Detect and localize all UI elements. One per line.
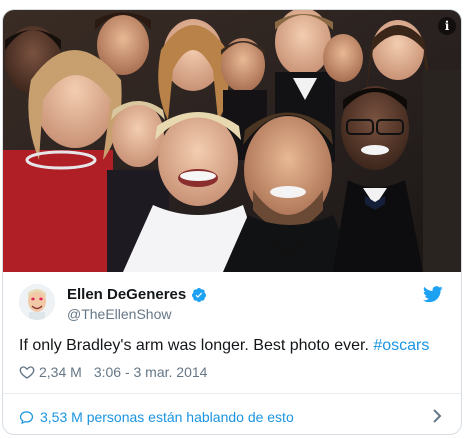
comment-bubble-icon: [19, 410, 34, 424]
selfie-image: [3, 10, 461, 272]
author-name[interactable]: Ellen DeGeneres: [67, 286, 186, 303]
tweet-photo[interactable]: i: [3, 10, 461, 272]
heart-icon[interactable]: [19, 364, 35, 380]
tweet-header: Ellen DeGeneres @TheEllenShow: [19, 282, 445, 326]
chevron-right-icon[interactable]: [431, 408, 443, 424]
avatar-image: [19, 284, 55, 320]
embedded-tweet-card: i Ellen DeGeneres @TheEllenShow If only …: [2, 9, 462, 435]
author-handle[interactable]: @TheEllenShow: [67, 306, 172, 322]
author-row: Ellen DeGeneres: [67, 286, 207, 303]
tweet-timestamp[interactable]: 3:06 - 3 mar. 2014: [94, 364, 208, 380]
hashtag-link[interactable]: #oscars: [373, 337, 429, 354]
info-icon[interactable]: i: [438, 17, 456, 35]
conversation-text[interactable]: 3,53 M personas están hablando de esto: [40, 409, 294, 425]
tweet-body: If only Bradley's arm was longer. Best p…: [19, 337, 374, 354]
like-count[interactable]: 2,34 M: [39, 364, 82, 380]
twitter-bird-icon[interactable]: [423, 286, 443, 303]
verified-badge-icon: [192, 287, 207, 302]
tweet-meta: 2,34 M 3:06 - 3 mar. 2014: [19, 364, 207, 380]
avatar[interactable]: [19, 284, 55, 320]
tweet-text: If only Bradley's arm was longer. Best p…: [19, 336, 445, 356]
divider: [3, 393, 461, 394]
conversation-link[interactable]: 3,53 M personas están hablando de esto: [19, 402, 445, 432]
